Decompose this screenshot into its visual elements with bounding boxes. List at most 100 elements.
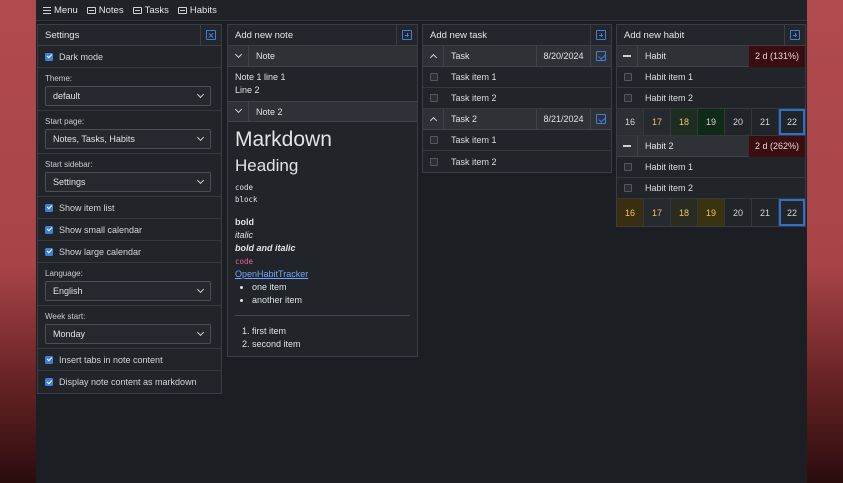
notes-icon bbox=[86, 6, 96, 14]
insert-tabs-toggle[interactable]: Insert tabs in note content bbox=[38, 349, 221, 371]
collapse-note-button[interactable] bbox=[228, 101, 249, 122]
bold-text: bold bbox=[235, 217, 254, 227]
list-item: Task item 2 bbox=[423, 88, 611, 109]
dark-mode-label: Dark mode bbox=[59, 51, 104, 62]
display-markdown-label: Display note content as markdown bbox=[59, 377, 197, 387]
calendar-day-today[interactable]: 22 bbox=[779, 109, 805, 135]
week-start-field: Week start: Monday bbox=[38, 306, 221, 349]
calendar-day[interactable]: 16 bbox=[617, 199, 644, 226]
theme-select[interactable]: default bbox=[45, 86, 211, 106]
habit-title: Habit bbox=[645, 51, 667, 61]
habit-header[interactable]: Habit 2 d (131%) bbox=[617, 45, 805, 67]
checkbox-checked-icon[interactable] bbox=[45, 52, 53, 61]
tasks-nav-button[interactable]: Tasks bbox=[132, 5, 169, 16]
calendar-day-today[interactable]: 22 bbox=[779, 199, 805, 226]
add-habit-button[interactable] bbox=[784, 24, 805, 46]
calendar-day[interactable]: 20 bbox=[725, 109, 752, 135]
list-item: Habit item 1 bbox=[617, 67, 805, 88]
markdown-content[interactable]: Markdown Heading code block bold italic … bbox=[228, 122, 417, 356]
item-checkbox[interactable] bbox=[623, 163, 632, 171]
add-note-button[interactable] bbox=[396, 24, 417, 46]
list-item: Habit item 2 bbox=[617, 178, 805, 199]
calendar-day[interactable]: 21 bbox=[752, 199, 779, 226]
item-checkbox[interactable] bbox=[429, 136, 438, 144]
collapse-task-button[interactable] bbox=[423, 45, 444, 67]
calendar-day[interactable]: 20 bbox=[725, 199, 752, 226]
note-line: Line 2 bbox=[235, 85, 260, 95]
show-small-calendar-toggle[interactable]: Show small calendar bbox=[38, 219, 221, 241]
calendar-day[interactable]: 18 bbox=[671, 109, 698, 135]
checkbox-checked-icon[interactable] bbox=[45, 247, 53, 256]
task-header[interactable]: Task 2 8/21/2024 bbox=[423, 108, 611, 130]
item-checkbox[interactable] bbox=[623, 94, 632, 102]
collapse-note-button[interactable] bbox=[228, 45, 249, 67]
list-item: one item bbox=[252, 281, 410, 294]
complete-task-button[interactable] bbox=[590, 45, 611, 67]
collapse-habit-button[interactable] bbox=[617, 135, 638, 157]
display-markdown-toggle[interactable]: Display note content as markdown bbox=[38, 371, 221, 393]
add-task-button[interactable] bbox=[590, 24, 611, 46]
checkbox-checked-icon[interactable] bbox=[45, 378, 53, 386]
calendar-day[interactable]: 19 bbox=[698, 199, 725, 226]
week-start-select[interactable]: Monday bbox=[45, 324, 211, 344]
calendar-day[interactable]: 18 bbox=[671, 199, 698, 226]
habit-streak-badge: 2 d (131%) bbox=[748, 45, 805, 67]
item-checkbox[interactable] bbox=[429, 157, 438, 166]
list-item: another item bbox=[252, 294, 410, 307]
show-item-list-toggle[interactable]: Show item list bbox=[38, 197, 221, 219]
dark-mode-toggle[interactable]: Dark mode bbox=[38, 46, 221, 68]
check-icon bbox=[596, 114, 606, 124]
task-header[interactable]: Task 8/20/2024 bbox=[423, 45, 611, 67]
start-sidebar-select[interactable]: Settings bbox=[45, 172, 211, 192]
chevron-down-icon bbox=[196, 176, 205, 185]
menu-button[interactable]: Menu bbox=[43, 5, 78, 16]
item-checkbox[interactable] bbox=[623, 73, 632, 81]
collapse-habit-button[interactable] bbox=[617, 45, 638, 67]
start-page-select[interactable]: Notes, Tasks, Habits bbox=[45, 129, 211, 149]
note-header[interactable]: Note bbox=[228, 45, 417, 67]
calendar-day[interactable]: 19 bbox=[698, 109, 725, 135]
task-date[interactable]: 8/20/2024 bbox=[536, 45, 590, 67]
habit-title: Habit 2 bbox=[645, 141, 674, 151]
item-label: Task item 2 bbox=[451, 156, 497, 167]
task-date[interactable]: 8/21/2024 bbox=[536, 108, 590, 130]
checkbox-checked-icon[interactable] bbox=[45, 225, 53, 234]
note-content[interactable]: Note 1 line 1 Line 2 bbox=[228, 67, 417, 101]
list-item: second item bbox=[252, 338, 410, 351]
settings-title: Settings bbox=[45, 29, 80, 41]
collapse-task-button[interactable] bbox=[423, 108, 444, 130]
calendar-day[interactable]: 16 bbox=[617, 109, 644, 135]
language-select[interactable]: English bbox=[45, 281, 211, 301]
markdown-link[interactable]: OpenHabitTracker bbox=[235, 269, 308, 279]
notes-header: Add new note bbox=[228, 24, 417, 46]
list-item: Habit item 2 bbox=[617, 88, 805, 109]
habits-nav-button[interactable]: Habits bbox=[177, 5, 217, 16]
notes-nav-button[interactable]: Notes bbox=[86, 5, 124, 16]
theme-label: Theme: bbox=[45, 74, 73, 83]
minus-icon bbox=[623, 145, 631, 147]
add-habit-label: Add new habit bbox=[624, 29, 685, 41]
complete-task-button[interactable] bbox=[590, 108, 611, 130]
checkbox-checked-icon[interactable] bbox=[45, 355, 53, 364]
show-large-calendar-toggle[interactable]: Show large calendar bbox=[38, 241, 221, 263]
item-checkbox[interactable] bbox=[429, 94, 438, 102]
calendar-day[interactable]: 17 bbox=[644, 109, 671, 135]
item-checkbox[interactable] bbox=[623, 184, 632, 192]
chevron-down-icon bbox=[196, 285, 205, 294]
habit-header[interactable]: Habit 2 2 d (262%) bbox=[617, 135, 805, 157]
habit-calendar-strip: 16 17 18 19 20 21 22 bbox=[617, 199, 805, 226]
item-checkbox[interactable] bbox=[429, 73, 438, 81]
calendar-day[interactable]: 21 bbox=[752, 109, 779, 135]
tasks-icon bbox=[132, 6, 142, 14]
notes-panel: Add new note Note Note 1 line 1 Line 2 N… bbox=[227, 24, 418, 357]
note-header[interactable]: Note 2 bbox=[228, 101, 417, 122]
item-label: Habit item 1 bbox=[645, 72, 694, 82]
close-settings-button[interactable] bbox=[200, 24, 221, 46]
calendar-day[interactable]: 17 bbox=[644, 199, 671, 226]
show-small-calendar-label: Show small calendar bbox=[59, 224, 143, 235]
list-item: Task item 1 bbox=[423, 130, 611, 151]
habits-panel: Add new habit Habit 2 d (131%) Habit ite… bbox=[616, 24, 806, 227]
task-title: Task 2 bbox=[451, 114, 478, 124]
checkbox-checked-icon[interactable] bbox=[45, 203, 53, 212]
language-value: English bbox=[53, 286, 83, 296]
